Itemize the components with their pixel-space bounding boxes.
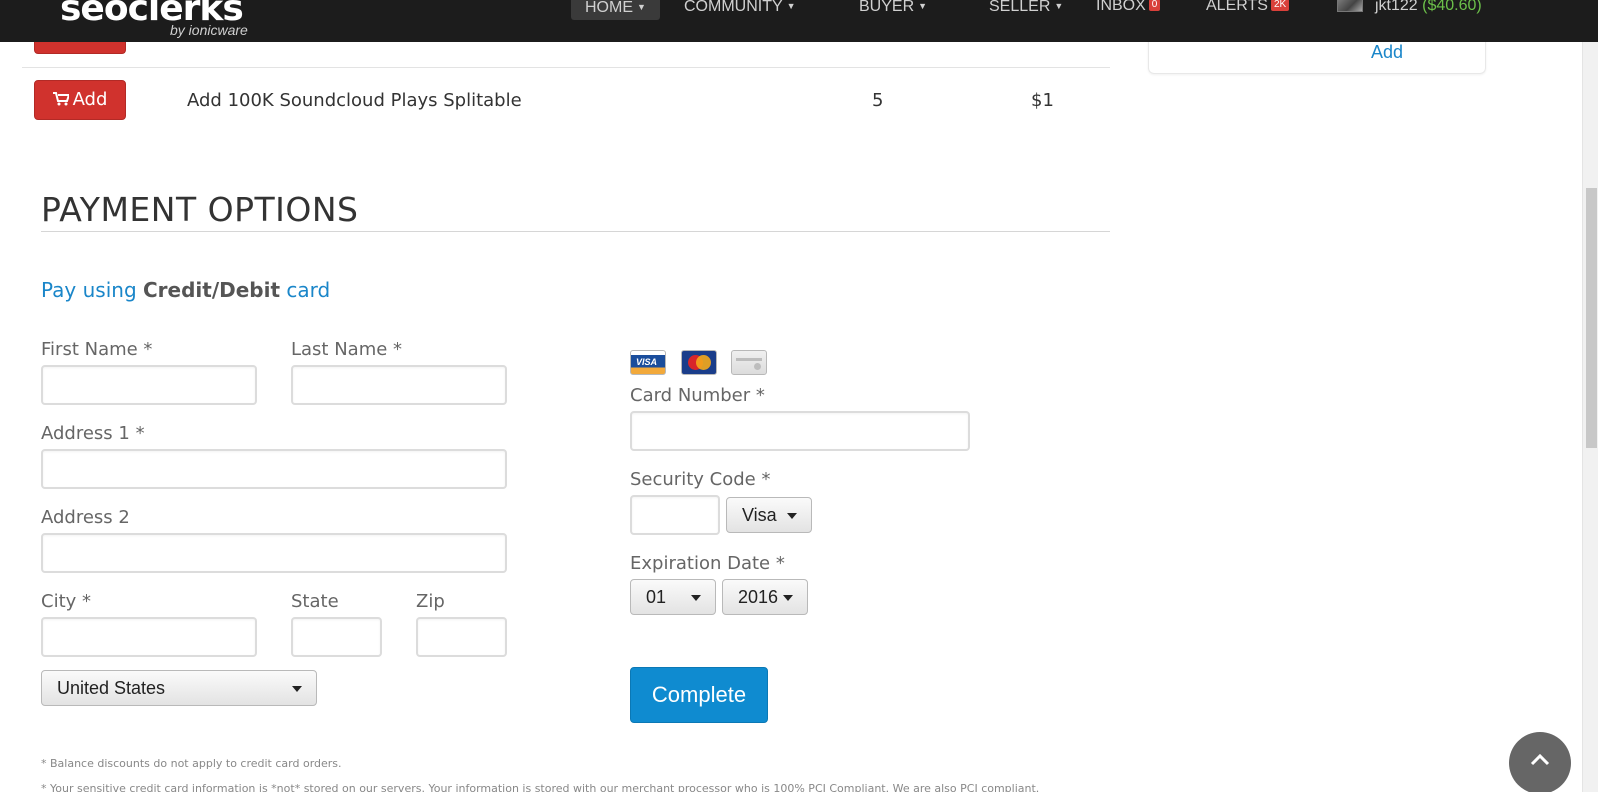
avatar[interactable] [1337,0,1363,12]
username: jkt122 [1375,0,1418,14]
zip-label: Zip [416,591,445,612]
visa-icon: VISA [630,350,666,375]
pci-compliance-note: * Your sensitive credit card information… [41,782,1040,792]
payment-options-heading: PAYMENT OPTIONS [41,190,359,229]
row-divider [22,67,1110,68]
address2-label: Address 2 [41,507,130,528]
expiration-month-value: 01 [646,587,667,607]
first-name-field[interactable] [41,365,257,405]
zip-field[interactable] [416,617,507,657]
last-name-label: Last Name * [291,339,403,360]
chevron-down-icon: ▼ [637,2,646,12]
scrollbar-thumb[interactable] [1586,188,1597,448]
nav-alerts-label: ALERTS [1206,0,1268,14]
nav-seller-label: SELLER [989,0,1051,15]
site-logo[interactable]: seoclerks by ionicware [58,0,268,42]
nav-inbox-label: INBOX [1096,0,1146,14]
nav-inbox[interactable]: INBOX 0 [1096,0,1161,21]
first-name-label: First Name * [41,339,153,360]
chevron-down-icon: ▼ [1054,1,1064,11]
logo-subtitle: by ionicware [170,22,248,38]
caret-down-icon [691,595,701,601]
state-field[interactable] [291,617,382,657]
add-button-label: Add [72,89,108,110]
side-panel-link[interactable]: Add [1371,42,1403,63]
alerts-count-badge: 2K [1270,0,1290,11]
balance-discount-note: * Balance discounts do not apply to cred… [41,757,342,770]
top-navbar: seoclerks by ionicware HOME ▼ COMMUNITY ▼ … [0,0,1598,42]
state-label: State [291,591,339,612]
city-label: City * [41,591,92,612]
nav-alerts[interactable]: ALERTS 2K [1206,0,1290,21]
country-select[interactable]: United States [41,670,317,706]
card-type-select[interactable]: Visa [726,497,812,533]
address1-label: Address 1 * [41,423,145,444]
pay-using-method: Credit/Debit [143,278,281,302]
account-balance: ($40.60) [1422,0,1482,14]
expiration-year-value: 2016 [738,587,779,607]
caret-down-icon [787,513,797,519]
nav-seller[interactable]: SELLER ▼ [989,0,1063,21]
city-field[interactable] [41,617,257,657]
add-to-cart-button[interactable]: Add [34,80,126,120]
pay-using-suffix: card [286,278,331,302]
cart-icon [52,92,70,106]
security-code-label: Security Code * [630,469,771,490]
product-name: Add 100K Soundcloud Plays Splitable [187,90,522,111]
product-price: $1 [1031,90,1054,111]
security-code-field[interactable] [630,495,720,535]
page-scrollbar[interactable] [1582,0,1598,792]
expiration-date-label: Expiration Date * [630,553,785,574]
nav-home-label: HOME [585,0,633,16]
product-quantity: 5 [872,90,884,111]
chevron-down-icon: ▼ [786,1,796,11]
chevron-up-icon [1530,754,1550,766]
chevron-down-icon: ▼ [918,1,928,11]
address2-field[interactable] [41,533,507,573]
card-number-field[interactable] [630,411,970,451]
nav-community[interactable]: COMMUNITY ▼ [684,0,796,21]
last-name-field[interactable] [291,365,507,405]
pay-using-credit-card: Pay using Credit/Debit card [41,278,330,302]
mastercard-icon [681,350,717,375]
nav-buyer-label: BUYER [859,0,915,15]
complete-button[interactable]: Complete [630,667,768,723]
country-select-value: United States [57,678,166,698]
heading-divider [41,231,1110,232]
nav-community-label: COMMUNITY [684,0,783,15]
nav-buyer[interactable]: BUYER ▼ [859,0,927,21]
expiration-year-select[interactable]: 2016 [722,579,808,615]
card-number-label: Card Number * [630,385,765,406]
nav-home[interactable]: HOME ▼ [571,0,660,20]
generic-card-icon [731,350,767,375]
card-type-value: Visa [742,505,777,525]
inbox-count-badge: 0 [1148,0,1161,11]
address1-field[interactable] [41,449,507,489]
caret-down-icon [783,595,793,601]
expiration-month-select[interactable]: 01 [630,579,716,615]
back-to-top-button[interactable] [1509,732,1571,792]
nav-user-menu[interactable]: jkt122 ($40.60) [1375,0,1482,21]
caret-down-icon [292,686,302,692]
pay-using-prefix: Pay using [41,278,137,302]
